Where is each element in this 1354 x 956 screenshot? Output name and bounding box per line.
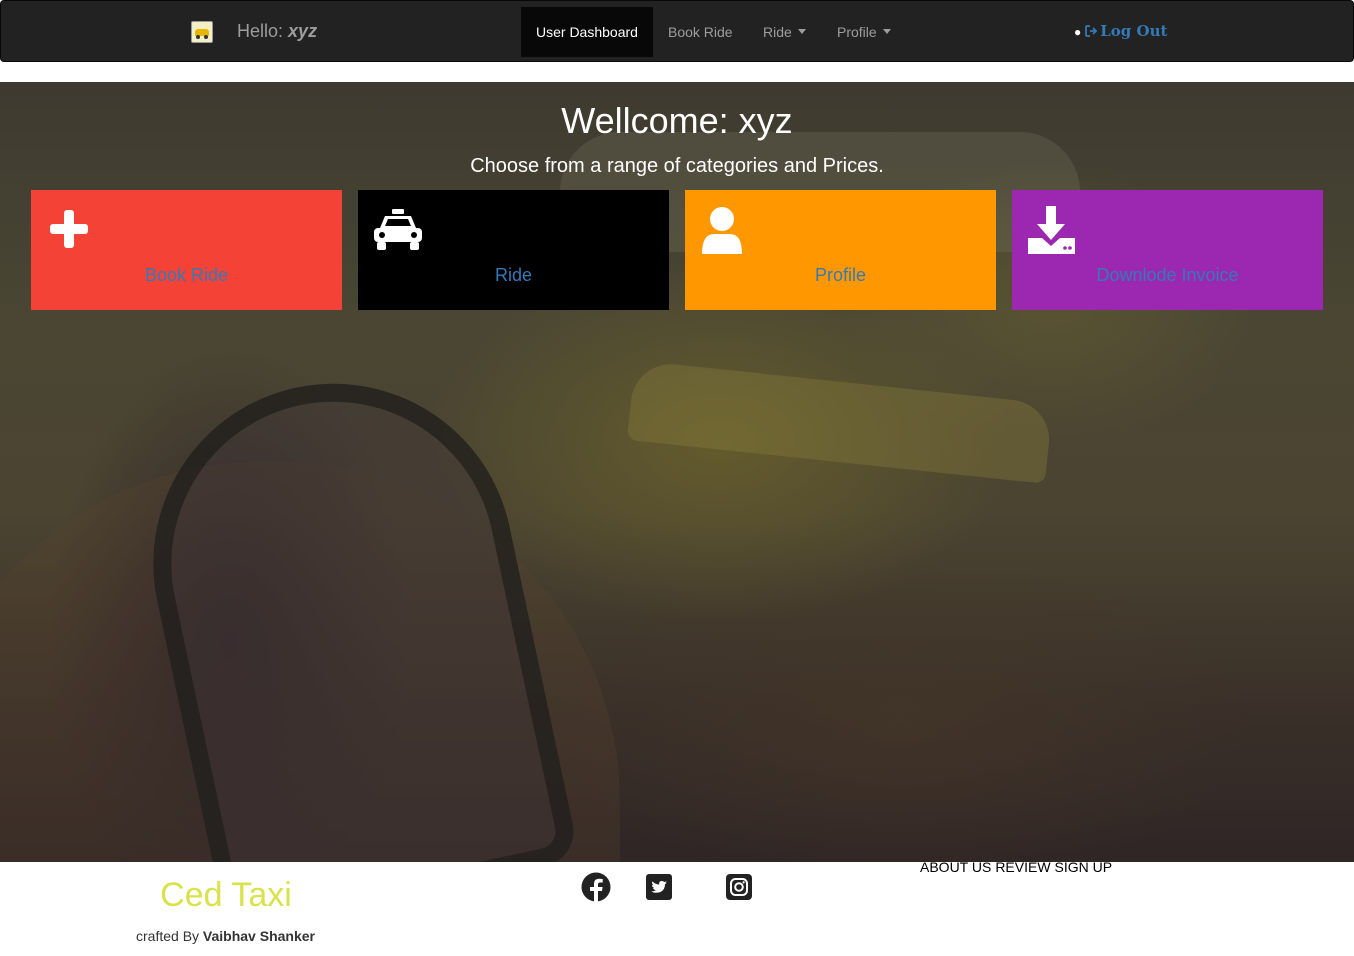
card-profile[interactable]: Profile bbox=[685, 190, 996, 310]
card-profile-label[interactable]: Profile bbox=[685, 265, 996, 286]
card-book-ride-label[interactable]: Book Ride bbox=[31, 265, 342, 286]
greeting: Hello: xyz bbox=[237, 21, 317, 42]
card-download-invoice[interactable]: Downlode Invoice bbox=[1012, 190, 1323, 310]
nav-ride-dropdown[interactable]: Ride bbox=[748, 7, 821, 57]
nav-profile-dropdown[interactable]: Profile bbox=[822, 7, 906, 57]
nav-book-ride-label: Book Ride bbox=[668, 24, 733, 40]
twitter-icon[interactable] bbox=[644, 872, 674, 902]
welcome-subtitle: Choose from a range of categories and Pr… bbox=[470, 155, 884, 177]
footer-credit-prefix: crafted By bbox=[136, 928, 200, 944]
download-icon bbox=[1028, 206, 1075, 254]
footer-link-about-us[interactable]: ABOUT US bbox=[920, 859, 991, 875]
nav-book-ride[interactable]: Book Ride bbox=[653, 7, 748, 57]
sign-out-icon bbox=[1085, 25, 1098, 37]
footer-brand: Ced Taxi bbox=[160, 876, 292, 914]
footer-link-review[interactable]: REVIEW bbox=[995, 859, 1050, 875]
welcome-heading: Wellcome: xyz bbox=[561, 100, 793, 141]
facebook-icon[interactable] bbox=[581, 872, 611, 902]
username: xyz bbox=[288, 21, 318, 41]
nav-user-dashboard[interactable]: User Dashboard bbox=[521, 7, 653, 57]
nav-user-dashboard-label: User Dashboard bbox=[536, 24, 638, 40]
greeting-prefix: Hello: bbox=[237, 21, 284, 41]
logout-label: Log Out bbox=[1100, 22, 1168, 40]
card-book-ride[interactable]: Book Ride bbox=[31, 190, 342, 310]
card-ride[interactable]: Ride bbox=[358, 190, 669, 310]
footer-credit: crafted By Vaibhav Shanker bbox=[136, 928, 315, 944]
caret-down-icon bbox=[797, 28, 806, 34]
caret-down-icon bbox=[882, 28, 891, 34]
footer-credit-name: Vaibhav Shanker bbox=[202, 928, 315, 944]
plus-icon bbox=[50, 210, 88, 248]
taxi-icon bbox=[374, 209, 422, 250]
instagram-icon[interactable] bbox=[724, 872, 754, 902]
footer-links: ABOUT US REVIEW SIGN UP bbox=[920, 859, 1116, 875]
user-icon bbox=[702, 207, 742, 254]
taxi-logo-icon[interactable] bbox=[191, 21, 213, 43]
bullet-icon: ● bbox=[1074, 25, 1082, 39]
nav-profile-label: Profile bbox=[837, 24, 877, 40]
logout-link[interactable]: ● Log Out bbox=[1074, 22, 1167, 40]
card-download-invoice-label[interactable]: Downlode Invoice bbox=[1012, 265, 1323, 286]
top-navbar: Hello: xyz User Dashboard Book Ride Ride… bbox=[0, 0, 1354, 62]
footer-link-sign-up[interactable]: SIGN UP bbox=[1055, 859, 1113, 875]
card-ride-label[interactable]: Ride bbox=[358, 265, 669, 286]
nav-ride-label: Ride bbox=[763, 24, 792, 40]
